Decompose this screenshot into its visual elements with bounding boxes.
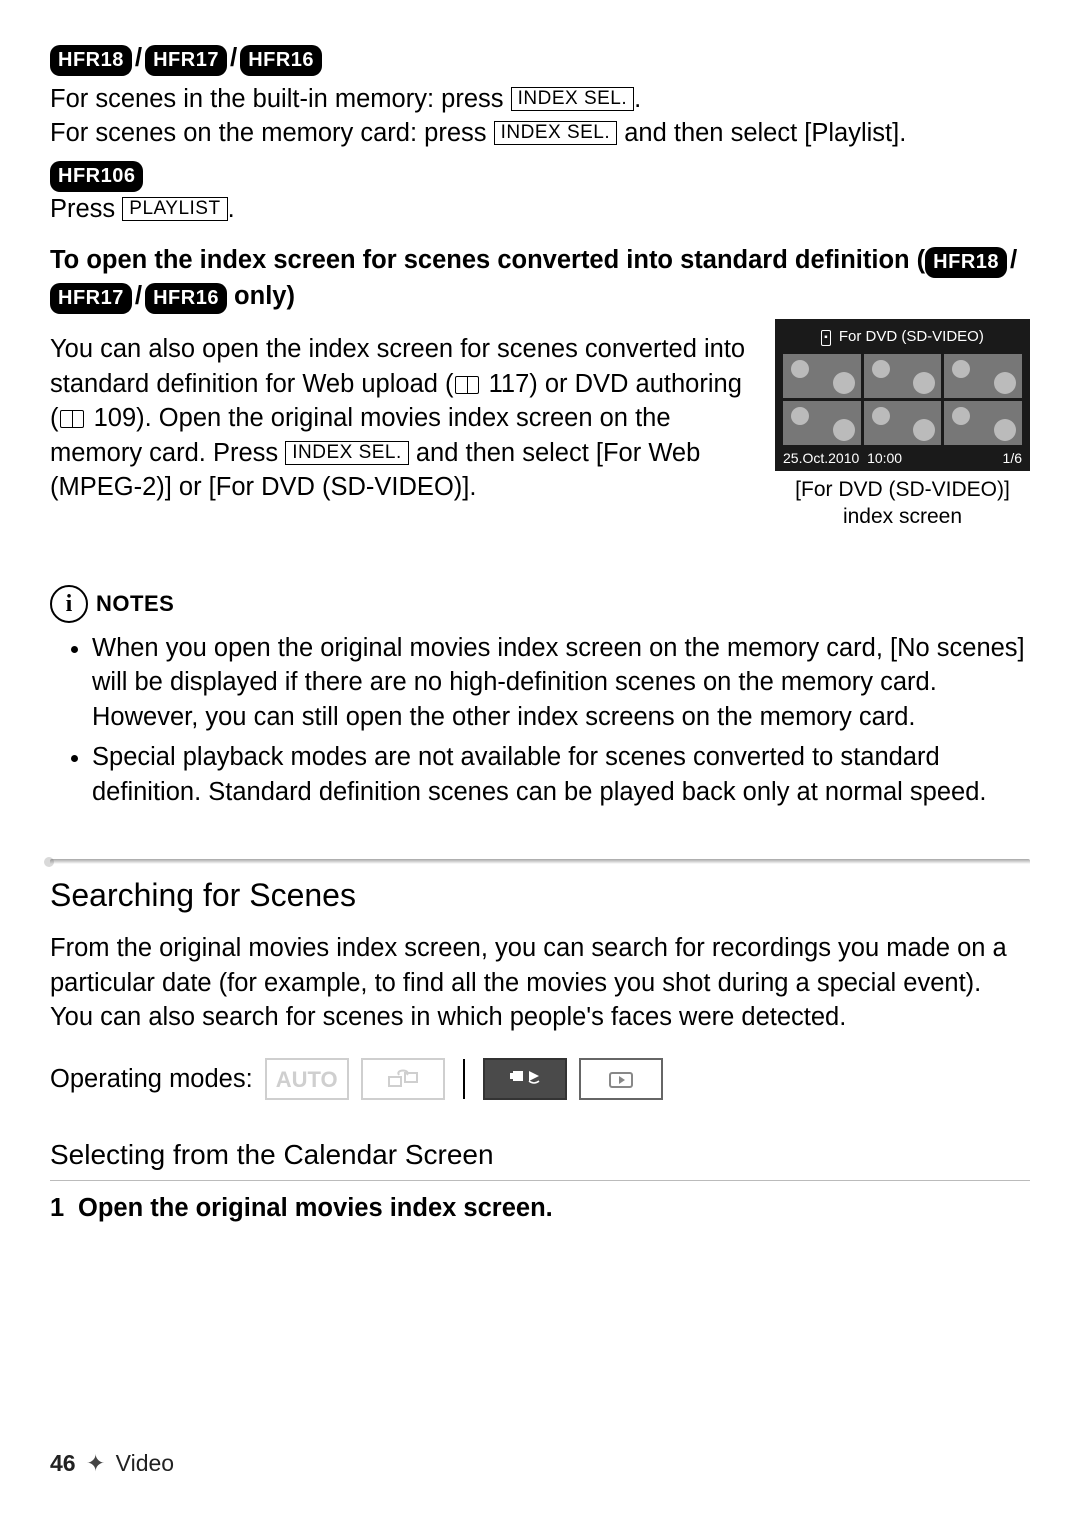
button-index-sel: INDEX SEL.: [511, 87, 635, 111]
page-footer: 46 ✦ Video: [50, 1448, 174, 1479]
badge-hfr17: HFR17: [145, 45, 227, 76]
step-number: 1: [50, 1191, 78, 1225]
step-1: 1Open the original movies index screen.: [50, 1191, 1030, 1225]
footer-separator-icon: ✦: [86, 1450, 105, 1476]
section-intro-paragraph: From the original movies index screen, y…: [50, 931, 1030, 1034]
thumbnail: [864, 354, 942, 398]
mode-photo-playback: [579, 1058, 663, 1100]
page-section-label: Video: [116, 1450, 174, 1476]
section-divider: [50, 859, 1030, 864]
manual-ref-icon: [455, 376, 479, 394]
badge-hfr18: HFR18: [50, 45, 132, 76]
mode-separator: [463, 1059, 465, 1099]
camcorder-screen: ▪ For DVD (SD-VIDEO) 25.Oct.2010 10:00 1…: [775, 319, 1030, 471]
rule-thin: [50, 1180, 1030, 1181]
note-item: Special playback modes are not available…: [92, 740, 1030, 809]
badge-hfr18: HFR18: [925, 247, 1007, 278]
mode-dual-shot: [361, 1058, 445, 1100]
mode-movie-playback: [483, 1058, 567, 1100]
instruction-builtin-memory: For scenes in the built-in memory: press…: [50, 82, 1030, 116]
figure-dvd-index-screen: ▪ For DVD (SD-VIDEO) 25.Oct.2010 10:00 1…: [775, 319, 1030, 530]
dual-shot-icon: [385, 1067, 421, 1091]
mode-auto: AUTO: [265, 1058, 349, 1100]
thumbnail: [944, 354, 1022, 398]
badge-hfr17: HFR17: [50, 283, 132, 314]
figure-caption: [For DVD (SD-VIDEO)] index screen: [775, 477, 1030, 530]
instruction-memory-card: For scenes on the memory card: press IND…: [50, 116, 1030, 150]
thumbnail: [944, 401, 1022, 445]
subheading-calendar: Selecting from the Calendar Screen: [50, 1136, 1030, 1174]
page-number: 46: [50, 1450, 76, 1476]
instruction-press-playlist: Press PLAYLIST.: [50, 192, 1030, 226]
operating-modes-label: Operating modes:: [50, 1062, 253, 1096]
model-badge-single-line: HFR106: [50, 157, 1030, 192]
model-badges-line: HFR18/HFR17/HFR16: [50, 40, 1030, 76]
notes-heading: i NOTES: [50, 585, 1030, 623]
thumbnail: [783, 401, 861, 445]
notes-label: NOTES: [96, 589, 174, 619]
button-index-sel: INDEX SEL.: [285, 441, 409, 465]
note-item: When you open the original movies index …: [92, 631, 1030, 734]
thumbnail-grid: [783, 354, 1022, 445]
heading-open-index-sd: To open the index screen for scenes conv…: [50, 242, 1030, 314]
movie-playback-icon: [507, 1064, 543, 1094]
button-index-sel: INDEX SEL.: [494, 121, 618, 145]
section-title: Searching for Scenes: [50, 874, 1030, 917]
manual-ref-icon: [60, 410, 84, 428]
screen-counter: 1/6: [1003, 449, 1022, 468]
step-text: Open the original movies index screen.: [78, 1194, 553, 1222]
badge-hfr16: HFR16: [240, 45, 322, 76]
badge-hfr16: HFR16: [145, 283, 227, 314]
badge-hfr106: HFR106: [50, 161, 143, 192]
notes-list: When you open the original movies index …: [50, 631, 1030, 809]
photo-playback-icon: [603, 1067, 639, 1091]
sd-card-icon: ▪: [821, 330, 831, 346]
thumbnail: [783, 354, 861, 398]
operating-modes-row: Operating modes: AUTO: [50, 1058, 1030, 1100]
screen-title: For DVD (SD-VIDEO): [839, 328, 984, 345]
info-icon: i: [50, 585, 88, 623]
thumbnail: [864, 401, 942, 445]
screen-date: 25.Oct.2010 10:00: [783, 449, 902, 468]
button-playlist: PLAYLIST: [122, 197, 227, 221]
